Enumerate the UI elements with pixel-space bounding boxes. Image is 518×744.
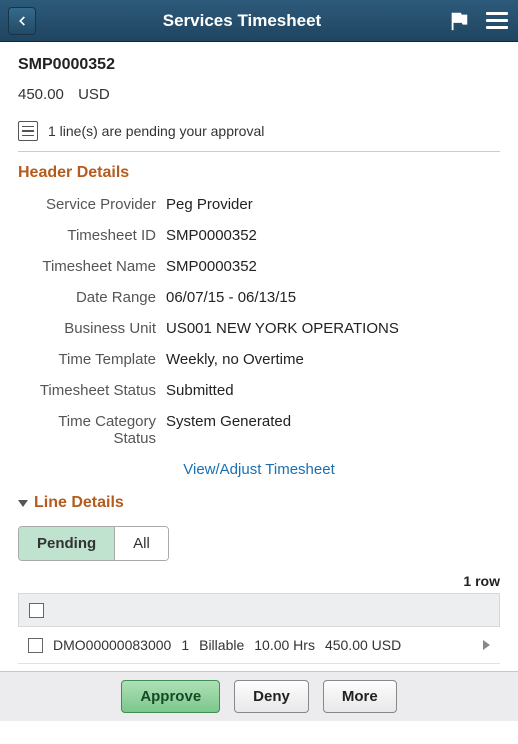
- detail-time-category-status: Time Category Status System Generated: [18, 413, 500, 447]
- detail-value: Weekly, no Overtime: [166, 351, 500, 368]
- detail-label: Business Unit: [18, 320, 166, 337]
- detail-label: Time Category Status: [18, 413, 166, 447]
- detail-service-provider: Service Provider Peg Provider: [18, 196, 500, 213]
- row-amount: 450.00 USD: [325, 637, 401, 653]
- detail-label: Date Range: [18, 289, 166, 306]
- header-details-title: Header Details: [18, 164, 500, 182]
- detail-date-range: Date Range 06/07/15 - 06/13/15: [18, 289, 500, 306]
- tab-all[interactable]: All: [115, 527, 168, 560]
- row-hours: 10.00 Hrs: [254, 637, 315, 653]
- detail-value: Submitted: [166, 382, 500, 399]
- detail-label: Time Template: [18, 351, 166, 368]
- line-details-title[interactable]: Line Details: [18, 494, 500, 512]
- detail-value: 06/07/15 - 06/13/15: [166, 289, 500, 306]
- list-icon[interactable]: [18, 121, 38, 141]
- amount-currency: USD: [78, 86, 110, 103]
- amount-value: 450.00: [18, 86, 64, 103]
- table-header-row: [18, 593, 500, 627]
- document-id: SMP0000352: [18, 56, 500, 74]
- content-area: SMP0000352 450.00 USD 1 line(s) are pend…: [0, 42, 518, 744]
- filter-tabs: Pending All: [18, 526, 169, 561]
- pending-bar: 1 line(s) are pending your approval: [18, 121, 500, 141]
- detail-label: Timesheet ID: [18, 227, 166, 244]
- detail-label: Service Provider: [18, 196, 166, 213]
- detail-timesheet-status: Timesheet Status Submitted: [18, 382, 500, 399]
- row-type: Billable: [199, 637, 244, 653]
- page-title: Services Timesheet: [36, 11, 448, 31]
- detail-value: SMP0000352: [166, 258, 500, 275]
- row-seq: 1: [181, 637, 189, 653]
- detail-value: System Generated: [166, 413, 500, 447]
- tab-pending[interactable]: Pending: [19, 527, 115, 560]
- app-header: Services Timesheet: [0, 0, 518, 42]
- approve-button[interactable]: Approve: [121, 680, 220, 713]
- detail-value: US001 NEW YORK OPERATIONS: [166, 320, 500, 337]
- amount-line: 450.00 USD: [18, 86, 500, 103]
- divider: [18, 151, 500, 152]
- table-row[interactable]: DMO00000083000 1 Billable 10.00 Hrs 450.…: [18, 627, 500, 664]
- detail-value: Peg Provider: [166, 196, 500, 213]
- more-button[interactable]: More: [323, 680, 397, 713]
- row-count: 1 row: [18, 573, 500, 589]
- detail-value: SMP0000352: [166, 227, 500, 244]
- detail-time-template: Time Template Weekly, no Overtime: [18, 351, 500, 368]
- select-all-checkbox[interactable]: [29, 603, 44, 618]
- detail-business-unit: Business Unit US001 NEW YORK OPERATIONS: [18, 320, 500, 337]
- link-row: View/Adjust Timesheet: [18, 461, 500, 478]
- line-details-label: Line Details: [34, 494, 124, 512]
- chevron-down-icon: [18, 500, 28, 507]
- detail-label: Timesheet Name: [18, 258, 166, 275]
- footer-bar: Approve Deny More: [0, 671, 518, 721]
- deny-button[interactable]: Deny: [234, 680, 309, 713]
- chevron-left-icon: [15, 14, 29, 28]
- flag-icon[interactable]: [448, 10, 470, 32]
- detail-timesheet-name: Timesheet Name SMP0000352: [18, 258, 500, 275]
- row-checkbox[interactable]: [28, 638, 43, 653]
- row-id: DMO00000083000: [53, 637, 171, 653]
- back-button[interactable]: [8, 7, 36, 35]
- chevron-right-icon[interactable]: [483, 640, 490, 650]
- detail-label: Timesheet Status: [18, 382, 166, 399]
- menu-button[interactable]: [484, 10, 510, 31]
- view-adjust-link[interactable]: View/Adjust Timesheet: [183, 461, 334, 478]
- pending-message: 1 line(s) are pending your approval: [48, 123, 264, 139]
- detail-timesheet-id: Timesheet ID SMP0000352: [18, 227, 500, 244]
